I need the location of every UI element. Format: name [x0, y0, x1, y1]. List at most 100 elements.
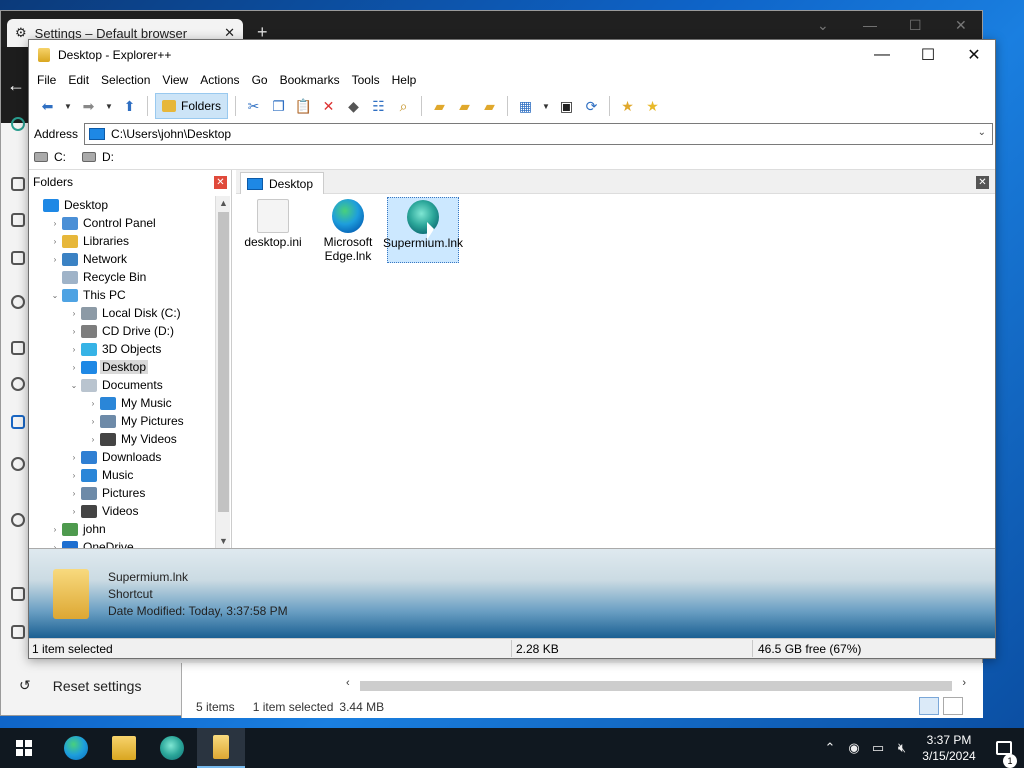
collapsed-chevron-icon[interactable]: ›: [50, 525, 60, 534]
person-icon[interactable]: [11, 177, 25, 191]
scroll-left-icon[interactable]: ‹: [346, 677, 350, 689]
address-value[interactable]: C:\Users\john\Desktop: [111, 127, 231, 141]
delete-permanently-icon[interactable]: ◆: [343, 95, 364, 117]
default-browser-icon[interactable]: [11, 415, 25, 429]
copy-to-icon[interactable]: ▰: [454, 95, 475, 117]
collapsed-chevron-icon[interactable]: ›: [88, 399, 98, 408]
collapsed-chevron-icon[interactable]: ›: [69, 345, 79, 354]
reset-settings-item[interactable]: ↺ Reset settings: [19, 677, 141, 694]
network-icon[interactable]: ▭: [866, 740, 890, 756]
taskbar-edge[interactable]: [52, 728, 100, 768]
close-icon[interactable]: ✕: [951, 40, 997, 69]
start-button[interactable]: [0, 728, 48, 768]
taskbar-file-explorer[interactable]: [100, 728, 148, 768]
tree-item[interactable]: Recycle Bin: [31, 268, 215, 286]
tab-desktop[interactable]: Desktop: [240, 172, 325, 194]
expanded-chevron-icon[interactable]: ⌄: [69, 381, 79, 390]
search-icon[interactable]: ⌕: [393, 95, 414, 117]
power-icon[interactable]: [11, 377, 25, 391]
tree-item[interactable]: › Music: [31, 466, 215, 484]
details-view-icon[interactable]: [919, 697, 939, 715]
file-item-selected[interactable]: Supermium.lnk: [383, 197, 463, 263]
drive-c-button[interactable]: C:: [34, 150, 66, 164]
language-icon[interactable]: [11, 513, 25, 527]
tree-item[interactable]: › 3D Objects: [31, 340, 215, 358]
tree-item[interactable]: › Pictures: [31, 484, 215, 502]
scroll-thumb[interactable]: [218, 212, 229, 512]
collapsed-chevron-icon[interactable]: ›: [69, 471, 79, 480]
bookmarks-icon[interactable]: ★: [642, 95, 663, 117]
menu-help[interactable]: Help: [386, 69, 423, 91]
up-arrow-icon[interactable]: ⬆: [119, 95, 140, 117]
accessibility-icon[interactable]: [11, 587, 25, 601]
privacy-icon[interactable]: [11, 213, 25, 227]
tree-item[interactable]: Desktop: [31, 196, 215, 214]
views-dropdown-icon[interactable]: ▼: [540, 95, 552, 117]
tree-item[interactable]: › Local Disk (C:): [31, 304, 215, 322]
refresh-icon[interactable]: ⟳: [581, 95, 602, 117]
collapsed-chevron-icon[interactable]: ›: [50, 237, 60, 246]
collapsed-chevron-icon[interactable]: ›: [69, 363, 79, 372]
maximize-icon[interactable]: ☐: [909, 17, 922, 34]
downloads-icon[interactable]: [11, 457, 25, 471]
scroll-right-icon[interactable]: ›: [962, 677, 966, 689]
clock[interactable]: 3:37 PM 3/15/2024: [914, 732, 984, 764]
tree-item[interactable]: › My Music: [31, 394, 215, 412]
move-to-icon[interactable]: ▰: [479, 95, 500, 117]
expanded-chevron-icon[interactable]: ⌄: [50, 291, 60, 300]
scroll-thumb[interactable]: [360, 681, 952, 691]
tree-item[interactable]: › Libraries: [31, 232, 215, 250]
large-icons-view-icon[interactable]: [943, 697, 963, 715]
forward-arrow-icon[interactable]: ➡: [78, 95, 99, 117]
tree-item[interactable]: › Control Panel: [31, 214, 215, 232]
forward-dropdown-icon[interactable]: ▼: [103, 95, 115, 117]
collapsed-chevron-icon[interactable]: ›: [50, 255, 60, 264]
close-icon[interactable]: ✕: [955, 17, 967, 34]
minimize-icon[interactable]: —: [863, 17, 877, 33]
cut-icon[interactable]: ✂: [243, 95, 264, 117]
copy-icon[interactable]: ❐: [268, 95, 289, 117]
tree-item[interactable]: › My Pictures: [31, 412, 215, 430]
views-icon[interactable]: ▦: [515, 95, 536, 117]
menu-view[interactable]: View: [156, 69, 194, 91]
scroll-down-icon[interactable]: ▼: [219, 536, 228, 546]
taskbar-explorerpp[interactable]: [197, 728, 245, 768]
paste-icon[interactable]: 📋: [293, 95, 314, 117]
properties-icon[interactable]: ☷: [368, 95, 389, 117]
back-arrow-icon[interactable]: ⬅: [37, 95, 58, 117]
collapsed-chevron-icon[interactable]: ›: [69, 327, 79, 336]
drive-d-button[interactable]: D:: [82, 150, 114, 164]
chevron-up-icon[interactable]: ⌃: [818, 740, 842, 756]
folders-button[interactable]: Folders: [155, 93, 229, 119]
file-item[interactable]: desktop.ini: [237, 197, 309, 263]
tree-item[interactable]: › My Videos: [31, 430, 215, 448]
collapsed-chevron-icon[interactable]: ›: [88, 417, 98, 426]
add-bookmark-icon[interactable]: ★: [617, 95, 638, 117]
chevron-down-icon[interactable]: ⌄: [817, 17, 829, 34]
vertical-scrollbar[interactable]: ▲ ▼: [215, 196, 230, 548]
close-icon[interactable]: ✕: [214, 176, 227, 189]
search-icon[interactable]: [11, 341, 25, 355]
new-folder-icon[interactable]: ▰: [429, 95, 450, 117]
chevron-down-icon[interactable]: ⌄: [978, 127, 986, 138]
back-arrow-icon[interactable]: ←: [1, 47, 31, 123]
title-bar[interactable]: Desktop - Explorer++ — ☐ ✕: [29, 40, 995, 69]
command-prompt-icon[interactable]: ▣: [556, 95, 577, 117]
maximize-icon[interactable]: ☐: [905, 40, 951, 69]
volume-muted-icon[interactable]: 🔇︎: [890, 740, 914, 756]
tree-item[interactable]: › john: [31, 520, 215, 538]
system-icon[interactable]: [11, 625, 25, 639]
tree-item[interactable]: ⌄ Documents: [31, 376, 215, 394]
tree-item[interactable]: › OneDrive: [31, 538, 215, 548]
menu-go[interactable]: Go: [246, 69, 274, 91]
scroll-up-icon[interactable]: ▲: [219, 198, 228, 208]
menu-actions[interactable]: Actions: [194, 69, 245, 91]
menu-tools[interactable]: Tools: [346, 69, 386, 91]
collapsed-chevron-icon[interactable]: ›: [69, 489, 79, 498]
back-dropdown-icon[interactable]: ▼: [62, 95, 74, 117]
menu-file[interactable]: File: [31, 69, 62, 91]
tree-item[interactable]: › CD Drive (D:): [31, 322, 215, 340]
tree-item[interactable]: › Network: [31, 250, 215, 268]
appearance-icon[interactable]: [11, 295, 25, 309]
close-tab-icon[interactable]: ✕: [976, 176, 989, 189]
